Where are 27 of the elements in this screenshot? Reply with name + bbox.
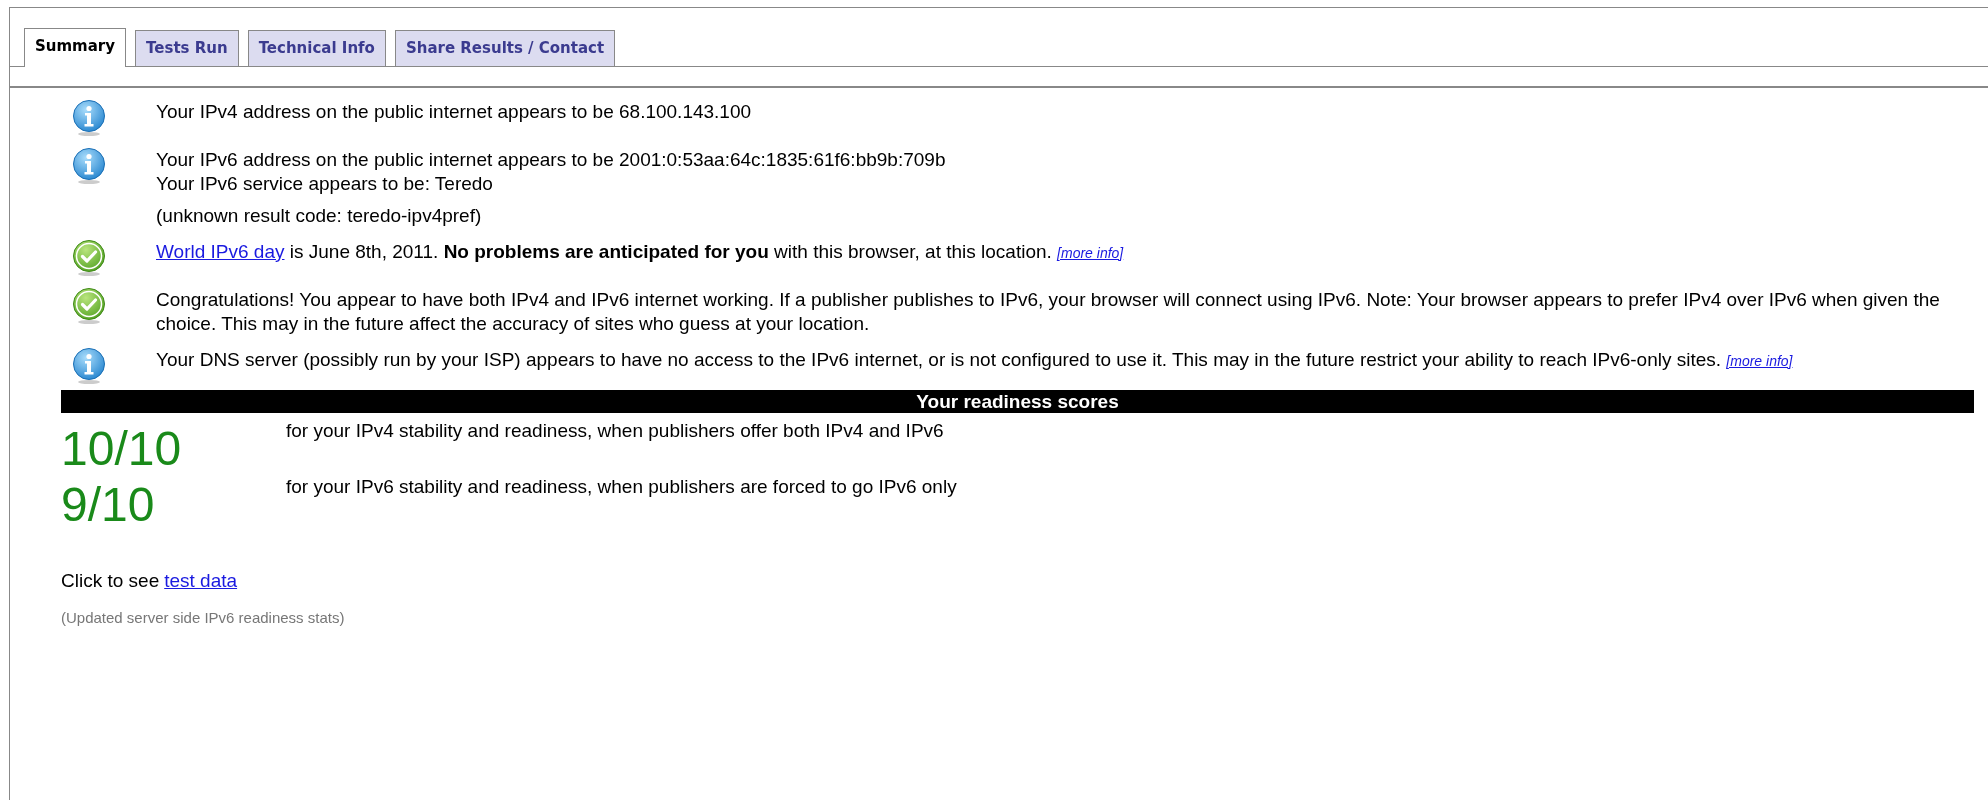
message-text: Your IPv6 address on the public internet appears to be 2001:0:53aa:64c:1835:61f6:bb9b:709b [156, 147, 947, 172]
info-icon [72, 147, 106, 184]
score: 9/10 [61, 476, 156, 533]
more-info-link[interactable]: [more info] [1726, 352, 1793, 369]
tab[interactable]: Share Results / Contact [394, 30, 616, 66]
info-icon [72, 347, 106, 384]
message-text: (unknown result code: teredo-ipv4pref) [156, 203, 483, 228]
score-description: for your IPv6 stability and readiness, when publishers are forced to go IPv6 only [286, 474, 957, 499]
test-data-link[interactable]: test data [164, 568, 238, 593]
score-description: for your IPv4 stability and readiness, when publishers offer both IPv4 and IPv6 [286, 418, 944, 443]
tab[interactable]: Technical Info [247, 30, 386, 66]
message-text: Congratulations! You appear to have both IPv4 and IPv6 internet working. If a publisher publishes to IPv6, your browser will connect using IPv6. Note: Your browser appears to prefer IPv4 over IPv6 when given the choice. This may in the future affect the accuracy of sites who guess at your location. [156, 287, 1941, 336]
tab[interactable]: Tests Run [135, 30, 239, 66]
tab[interactable]: Summary [24, 28, 127, 67]
message-text: World IPv6 day is June 8th, 2011. No problems are anticipated for you with this browser, at this location. [more info] [156, 239, 1125, 264]
message-text: Your IPv6 service appears to be: Teredo [156, 171, 494, 196]
link[interactable]: World IPv6 day [156, 240, 285, 262]
more-info-link[interactable]: [more info] [1057, 244, 1124, 261]
score: 10/10 [61, 420, 183, 477]
info-icon [72, 99, 106, 136]
section-header: Your readiness scores [61, 389, 1974, 413]
checkmark-icon [72, 239, 106, 276]
message-text: Your DNS server (possibly run by your ISP) appears to have no access to the IPv6 internet, or is not configured to use it. This may in the future restrict your ability to reach IPv6-only sites. [more info] [156, 347, 1794, 372]
label: Click to see [61, 568, 160, 593]
note-text: (Updated server side IPv6 readiness stats) [61, 607, 346, 628]
checkmark-icon [72, 287, 106, 324]
message-text: Your IPv4 address on the public internet appears to be 68.100.143.100 [156, 99, 753, 124]
